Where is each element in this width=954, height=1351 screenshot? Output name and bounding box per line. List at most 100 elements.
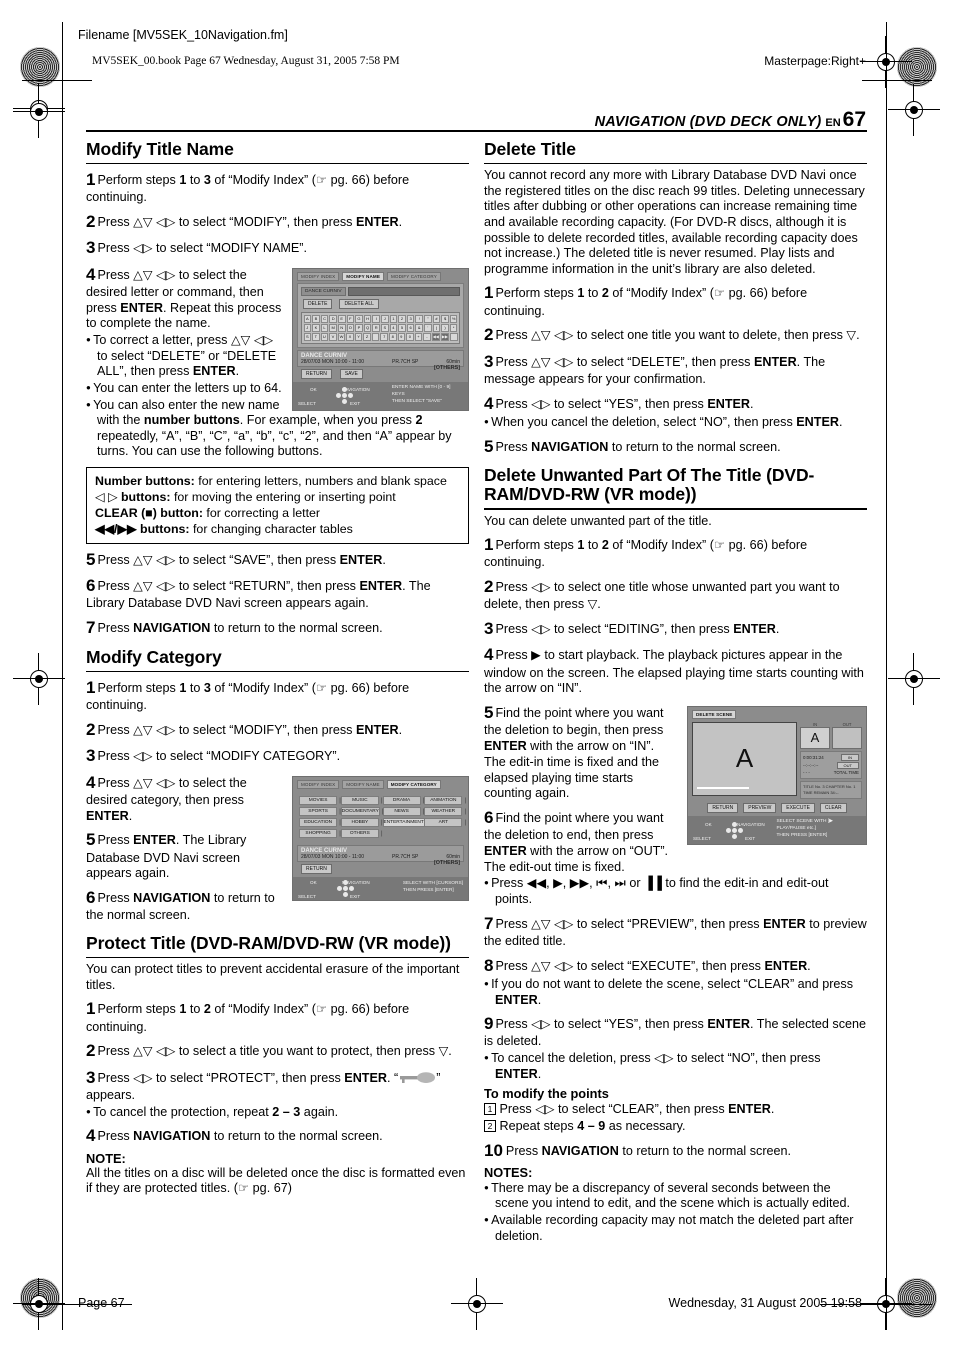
category-button[interactable]: MOVIES (299, 796, 338, 806)
in-button[interactable]: IN (841, 754, 859, 762)
char-cell[interactable]: $ (441, 314, 449, 323)
char-cell[interactable]: U (320, 332, 329, 341)
step-item: 10 Press NAVIGATION to return to the norm… (484, 1140, 867, 1161)
osd-tab-modify-index[interactable]: MODIFY INDEX (297, 271, 340, 282)
step-item: 3 Press ◁▷ to select “MODIFY CATEGORY”. (86, 745, 469, 766)
category-button[interactable]: MUSIC (340, 796, 379, 806)
osd-return-button[interactable]: RETURN (707, 803, 739, 814)
category-button[interactable]: ART (424, 818, 463, 828)
char-cell[interactable]: T (312, 332, 320, 341)
osd-tab-modify-name[interactable]: MODIFY NAME (342, 779, 384, 790)
osd-delete-button[interactable]: DELETE (303, 299, 333, 310)
osd-tab-modify-index[interactable]: MODIFY INDEX (297, 779, 340, 790)
char-cell[interactable]: ▶▶ (440, 332, 450, 341)
osd-return-button[interactable]: RETURN (301, 369, 332, 380)
category-button[interactable]: ENTERTAINMENT (382, 818, 425, 828)
char-cell[interactable]: V (329, 332, 337, 341)
osd-guide-left: OK NAVIGATION SELECT EXIT (298, 387, 392, 406)
char-cell[interactable] (450, 332, 458, 341)
osd-preview-button[interactable]: PREVIEW (743, 803, 777, 814)
char-cell[interactable]: J (303, 323, 312, 332)
osd-return-button[interactable]: RETURN (301, 864, 332, 875)
category-button[interactable]: DOCUMENTARY (340, 807, 380, 817)
char-cell[interactable]: ' (424, 323, 432, 332)
subsection-heading-modify-points: To modify the points (484, 1086, 609, 1102)
char-cell[interactable]: K (312, 323, 320, 332)
char-cell[interactable]: F (346, 314, 355, 323)
heading-rule (86, 162, 469, 165)
category-button[interactable]: SHOPPING (299, 829, 338, 839)
subitem-text: Press ◁▷ to select “CLEAR”, then press E… (499, 1102, 775, 1117)
osd-delete-all-button[interactable]: DELETE ALL (339, 299, 379, 310)
char-cell[interactable] (371, 332, 380, 341)
osd-tab-modify-category[interactable]: MODIFY CATEGORY (386, 271, 441, 282)
char-cell[interactable]: S (303, 332, 312, 341)
char-cell[interactable]: R (372, 323, 380, 332)
char-cell[interactable]: X (346, 332, 354, 341)
total-time-value: - - - (803, 770, 810, 776)
char-cell[interactable]: * (449, 323, 458, 332)
char-cell[interactable]: D (329, 314, 337, 323)
char-cell[interactable]: Y (354, 332, 363, 341)
category-button[interactable]: WEATHER (424, 807, 463, 817)
osd-clear-button[interactable]: CLEAR (819, 803, 847, 814)
step-text: Press △▽ ◁▷ to select “DELETE”, then pre… (484, 354, 826, 386)
char-cell[interactable]: W (337, 332, 346, 341)
category-button[interactable]: NEWS (382, 807, 421, 817)
char-cell[interactable]: C (320, 314, 329, 323)
char-cell[interactable]: - (423, 332, 431, 341)
osd-tab-modify-category[interactable]: MODIFY CATEGORY (386, 779, 441, 790)
char-cell[interactable]: 3 (406, 314, 415, 323)
char-cell[interactable]: 1 (389, 314, 398, 323)
char-cell[interactable]: ! (415, 314, 424, 323)
out-button[interactable]: OUT (836, 762, 859, 770)
osd-character-grid[interactable]: A B C D E F G H I J 1 2 3! " # $% J K L M N O P Q R S 4 5 6 & '() * ST… (301, 312, 460, 345)
char-cell[interactable]: + (414, 332, 423, 341)
category-button[interactable]: ANIMATION (424, 796, 463, 806)
char-cell[interactable]: M (329, 323, 337, 332)
char-cell[interactable]: E (337, 314, 346, 323)
char-cell[interactable]: Q (363, 323, 372, 332)
char-cell[interactable]: 4 (389, 323, 398, 332)
char-cell[interactable]: ◀◀ (431, 332, 440, 341)
step-text: Press NAVIGATION to return to the normal… (495, 439, 781, 454)
osd-name-input-field[interactable] (347, 287, 460, 297)
osd-category-grid[interactable]: MOVIES|MUSIC|DRAMA|ANIMATION|SPORTS|DOCU… (295, 793, 466, 839)
char-cell[interactable]: 6 (406, 323, 415, 332)
char-cell[interactable]: G (355, 314, 363, 323)
char-cell[interactable]: 5 (398, 323, 406, 332)
char-cell[interactable]: & (415, 323, 424, 332)
step-text: Press ◁▷ to select “MODIFY NAME”. (97, 241, 307, 256)
char-cell[interactable]: 2 (398, 314, 406, 323)
category-button[interactable]: SPORTS (299, 807, 338, 817)
char-cell[interactable]: ) (441, 323, 449, 332)
osd-save-button[interactable]: SAVE (339, 369, 363, 380)
osd-tab-modify-name[interactable]: MODIFY NAME (342, 271, 384, 282)
char-cell[interactable]: S (380, 323, 389, 332)
osd-execute-button[interactable]: EXECUTE (781, 803, 815, 814)
category-separator: | (380, 830, 383, 837)
char-cell[interactable]: L (320, 323, 329, 332)
char-cell[interactable]: O (346, 323, 355, 332)
char-cell[interactable]: 0 (406, 332, 414, 341)
char-cell[interactable]: Z (363, 332, 371, 341)
char-cell[interactable]: 9 (397, 332, 406, 341)
category-button[interactable]: HOBBY (340, 818, 379, 828)
char-cell[interactable]: J (380, 314, 389, 323)
category-button[interactable]: OTHERS (340, 829, 379, 839)
category-button[interactable]: DRAMA (382, 796, 421, 806)
category-button[interactable]: EDUCATION (299, 818, 338, 828)
char-cell[interactable]: H (363, 314, 372, 323)
char-cell[interactable]: 7 (380, 332, 388, 341)
char-cell[interactable]: " (424, 314, 432, 323)
osd-tab-delete-scene[interactable]: DELETE SCENE (692, 710, 737, 720)
char-cell[interactable]: ( (432, 323, 441, 332)
char-cell[interactable]: 8 (388, 332, 397, 341)
char-cell[interactable]: # (432, 314, 441, 323)
char-cell[interactable]: N (337, 323, 346, 332)
char-cell[interactable]: A (303, 314, 312, 323)
char-cell[interactable]: B (312, 314, 320, 323)
char-cell[interactable]: % (449, 314, 458, 323)
char-cell[interactable]: P (355, 323, 363, 332)
char-cell[interactable]: I (372, 314, 380, 323)
